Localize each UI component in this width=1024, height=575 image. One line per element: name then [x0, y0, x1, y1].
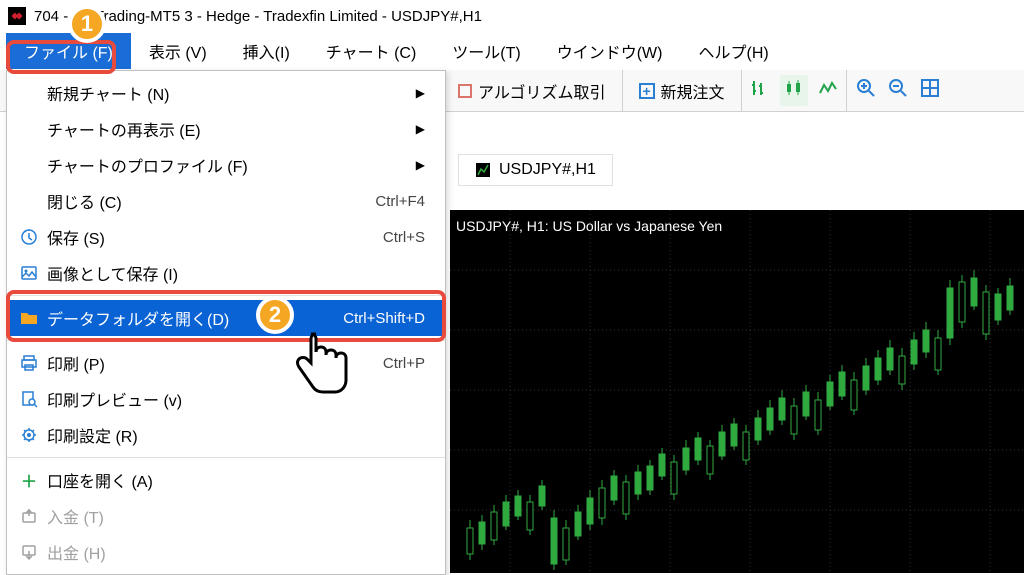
- line-chart-icon[interactable]: [818, 79, 838, 102]
- title-bar: 704 - XMTrading-MT5 3 - Hedge - Tradexfi…: [0, 0, 1024, 32]
- menu-reshow-chart[interactable]: チャートの再表示 (E) ▶: [7, 111, 445, 147]
- chevron-right-icon: ▶: [416, 158, 435, 172]
- chevron-right-icon: ▶: [416, 122, 435, 136]
- menu-open-account[interactable]: ＋ 口座を開く (A): [7, 462, 445, 498]
- gear-print-icon: [17, 425, 41, 445]
- algo-trading-button[interactable]: アルゴリズム取引: [450, 75, 614, 107]
- menu-deposit: 入金 (T): [7, 498, 445, 534]
- plus-box-icon: +: [639, 83, 655, 99]
- menu-print-preview[interactable]: 印刷プレビュー (v): [7, 381, 445, 417]
- menu-tools[interactable]: ツール(T): [434, 33, 538, 69]
- withdraw-icon: [17, 542, 41, 562]
- file-dropdown: 新規チャート (N) ▶ チャートの再表示 (E) ▶ チャートのプロファイル …: [6, 70, 446, 575]
- blank-icon: [17, 119, 41, 139]
- zoom-out-icon[interactable]: [887, 77, 909, 104]
- candle-chart-icon[interactable]: [780, 75, 808, 106]
- menu-chart-profile[interactable]: チャートのプロファイル (F) ▶: [7, 147, 445, 183]
- menu-print[interactable]: 印刷 (P) Ctrl+P: [7, 345, 445, 381]
- deposit-icon: [17, 506, 41, 526]
- menu-insert[interactable]: 挿入(I): [225, 33, 308, 69]
- menu-bar: ファイル (F) 表示 (V) 挿入(I) チャート (C) ツール(T) ウイ…: [0, 32, 1024, 70]
- chart-tab-icon: [475, 162, 491, 178]
- preview-icon: [17, 389, 41, 409]
- folder-icon: [17, 308, 41, 328]
- chart-area[interactable]: USDJPY#, H1: US Dollar vs Japanese Yen: [450, 210, 1024, 573]
- blank-icon: [17, 155, 41, 175]
- new-order-button[interactable]: + 新規注文: [631, 75, 733, 107]
- menu-save[interactable]: 保存 (S) Ctrl+S: [7, 219, 445, 255]
- bar-chart-icon[interactable]: [750, 79, 770, 102]
- grid-icon[interactable]: [919, 77, 941, 104]
- hand-cursor-icon: [288, 326, 358, 411]
- blank-icon: [17, 191, 41, 211]
- chevron-right-icon: ▶: [416, 86, 435, 100]
- chart-title-label: USDJPY#, H1: US Dollar vs Japanese Yen: [456, 218, 722, 234]
- menu-window[interactable]: ウインドウ(W): [539, 33, 681, 69]
- menu-view[interactable]: 表示 (V): [131, 33, 225, 69]
- menu-close[interactable]: 閉じる (C) Ctrl+F4: [7, 183, 445, 219]
- new-order-label: 新規注文: [661, 79, 725, 103]
- separator: [7, 457, 445, 458]
- menu-withdraw: 出金 (H): [7, 534, 445, 570]
- menu-new-chart[interactable]: 新規チャート (N) ▶: [7, 75, 445, 111]
- symbol-tab-label: USDJPY#,H1: [499, 161, 596, 179]
- symbol-tab-row: USDJPY#,H1: [450, 150, 1024, 190]
- menu-file[interactable]: ファイル (F): [6, 33, 131, 69]
- menu-chart[interactable]: チャート (C): [308, 33, 435, 69]
- symbol-tab[interactable]: USDJPY#,H1: [458, 154, 613, 186]
- zoom-in-icon[interactable]: [855, 77, 877, 104]
- callout-badge-1: 1: [68, 5, 106, 43]
- separator: [7, 295, 445, 296]
- blank-icon: [17, 83, 41, 103]
- separator: [7, 340, 445, 341]
- stop-icon: [458, 84, 472, 98]
- app-icon: [8, 7, 26, 25]
- print-icon: [17, 353, 41, 373]
- menu-help[interactable]: ヘルプ(H): [680, 33, 786, 69]
- plus-icon: ＋: [17, 470, 41, 490]
- candlestick-chart: [450, 210, 1024, 573]
- menu-print-settings[interactable]: 印刷設定 (R): [7, 417, 445, 453]
- menu-save-image[interactable]: 画像として保存 (I): [7, 255, 445, 291]
- image-icon: [17, 263, 41, 283]
- menu-open-data-folder[interactable]: データフォルダを開く(D) Ctrl+Shift+D: [7, 300, 445, 336]
- algo-label: アルゴリズム取引: [478, 79, 606, 103]
- save-icon: [17, 227, 41, 247]
